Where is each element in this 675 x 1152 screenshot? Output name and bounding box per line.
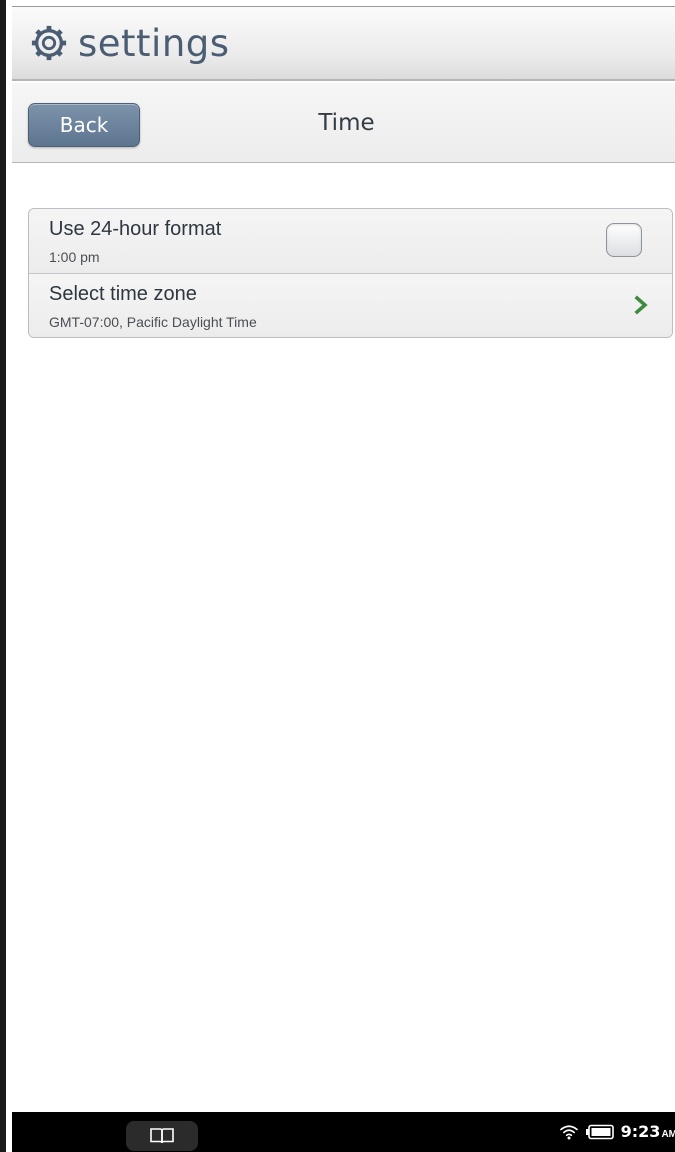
setting-time-zone[interactable]: Select time zone GMT-07:00, Pacific Dayl… (29, 273, 672, 337)
clock-time: 9:23 (620, 1122, 661, 1141)
setting-title: Select time zone (49, 283, 197, 305)
setting-subtitle: GMT-07:00, Pacific Daylight Time (49, 314, 257, 330)
status-indicators: 9:23AM (559, 1112, 675, 1152)
setting-title: Use 24-hour format (49, 218, 222, 240)
gear-icon (31, 25, 67, 61)
system-status-bar: 9:23AM (12, 1112, 675, 1152)
book-icon (150, 1128, 174, 1144)
battery-icon (585, 1124, 614, 1140)
library-button[interactable] (126, 1121, 198, 1151)
setting-subtitle: 1:00 pm (49, 249, 100, 265)
app-header: settings (12, 6, 675, 81)
back-button[interactable]: Back (28, 103, 140, 147)
wifi-icon (559, 1125, 578, 1140)
chevron-right-icon (634, 295, 648, 315)
settings-list: Use 24-hour format 1:00 pm Select time z… (28, 208, 673, 338)
screen: settings Back Time Use 24-hour format 1:… (0, 0, 675, 1152)
setting-24-hour-format[interactable]: Use 24-hour format 1:00 pm (29, 209, 672, 273)
clock-ampm: AM (661, 1129, 675, 1140)
navigation-bar: Back Time (12, 83, 675, 163)
app-title: settings (78, 21, 230, 65)
clock: 9:23AM (621, 1122, 675, 1142)
24-hour-checkbox[interactable] (606, 223, 642, 257)
